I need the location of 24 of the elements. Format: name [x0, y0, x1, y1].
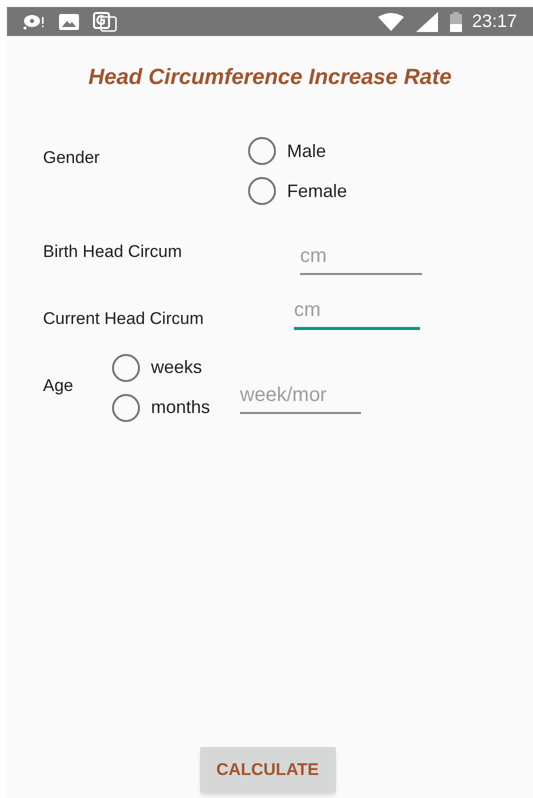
wifi-icon [378, 12, 404, 30]
radio-button[interactable] [248, 177, 276, 205]
calculate-button[interactable]: CALCULATE [200, 747, 336, 793]
battery-icon [450, 12, 462, 32]
text-field[interactable]: cm [300, 240, 422, 274]
field-label: Birth Head Circum [43, 241, 183, 263]
radio-label: Female [287, 180, 348, 202]
radio-label: weeks [151, 356, 202, 379]
text-field[interactable]: week/mor [240, 380, 362, 414]
page-title: Head Circumference Increase Rate [87, 63, 453, 91]
field-label: Gender [43, 147, 101, 169]
radio-label: months [151, 396, 210, 419]
signal-icon [416, 12, 438, 32]
radio-button[interactable] [112, 354, 140, 382]
translate-icon [93, 12, 117, 32]
radio-button[interactable] [248, 137, 276, 165]
text-field[interactable]: cm [294, 294, 420, 330]
clock-time: 23:17 [472, 10, 517, 33]
field-label: Age [43, 374, 74, 396]
radio-button[interactable] [112, 394, 140, 422]
radio-label: Male [287, 140, 326, 162]
image-icon [59, 14, 79, 30]
chat-bubble-icon [23, 14, 45, 30]
field-label: Current Head Circum [43, 308, 205, 330]
